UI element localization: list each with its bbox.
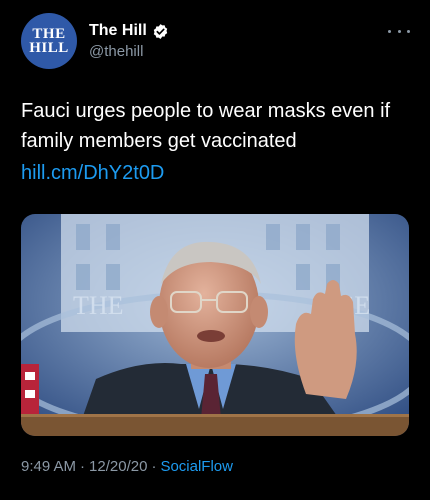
- media-sign-left: THE: [73, 291, 124, 320]
- tweet-source-link[interactable]: SocialFlow: [160, 458, 233, 475]
- display-name[interactable]: The Hill: [89, 22, 147, 40]
- tweet-metadata: 9:49 AM · 12/20/20 · SocialFlow: [21, 458, 233, 475]
- name-row: The Hill: [89, 22, 169, 40]
- account-handle[interactable]: @thehill: [89, 43, 143, 60]
- more-options-icon[interactable]: [388, 26, 410, 36]
- tweet-text: Fauci urges people to wear masks even if…: [21, 100, 391, 152]
- avatar[interactable]: THE HILL: [21, 13, 77, 69]
- more-dot: [397, 29, 401, 33]
- tweet-date: 12/20/20: [89, 458, 148, 475]
- meta-separator: ·: [80, 458, 86, 475]
- avatar-text-line1: THE: [32, 26, 66, 42]
- photo-illustration: THE USE: [21, 214, 409, 436]
- avatar-text-line2: HILL: [29, 40, 69, 56]
- tweet-time: 9:49 AM: [21, 458, 77, 475]
- more-dot: [407, 29, 410, 33]
- tweet-card: THE HILL The Hill @thehill Fauci urges p…: [0, 0, 430, 500]
- verified-badge-icon: [153, 23, 168, 39]
- tweet-media-photo[interactable]: THE USE: [21, 214, 409, 436]
- tweet-link[interactable]: hill.cm/DhY2t0D: [21, 158, 164, 188]
- meta-separator: ·: [151, 458, 157, 475]
- more-dot: [388, 29, 391, 33]
